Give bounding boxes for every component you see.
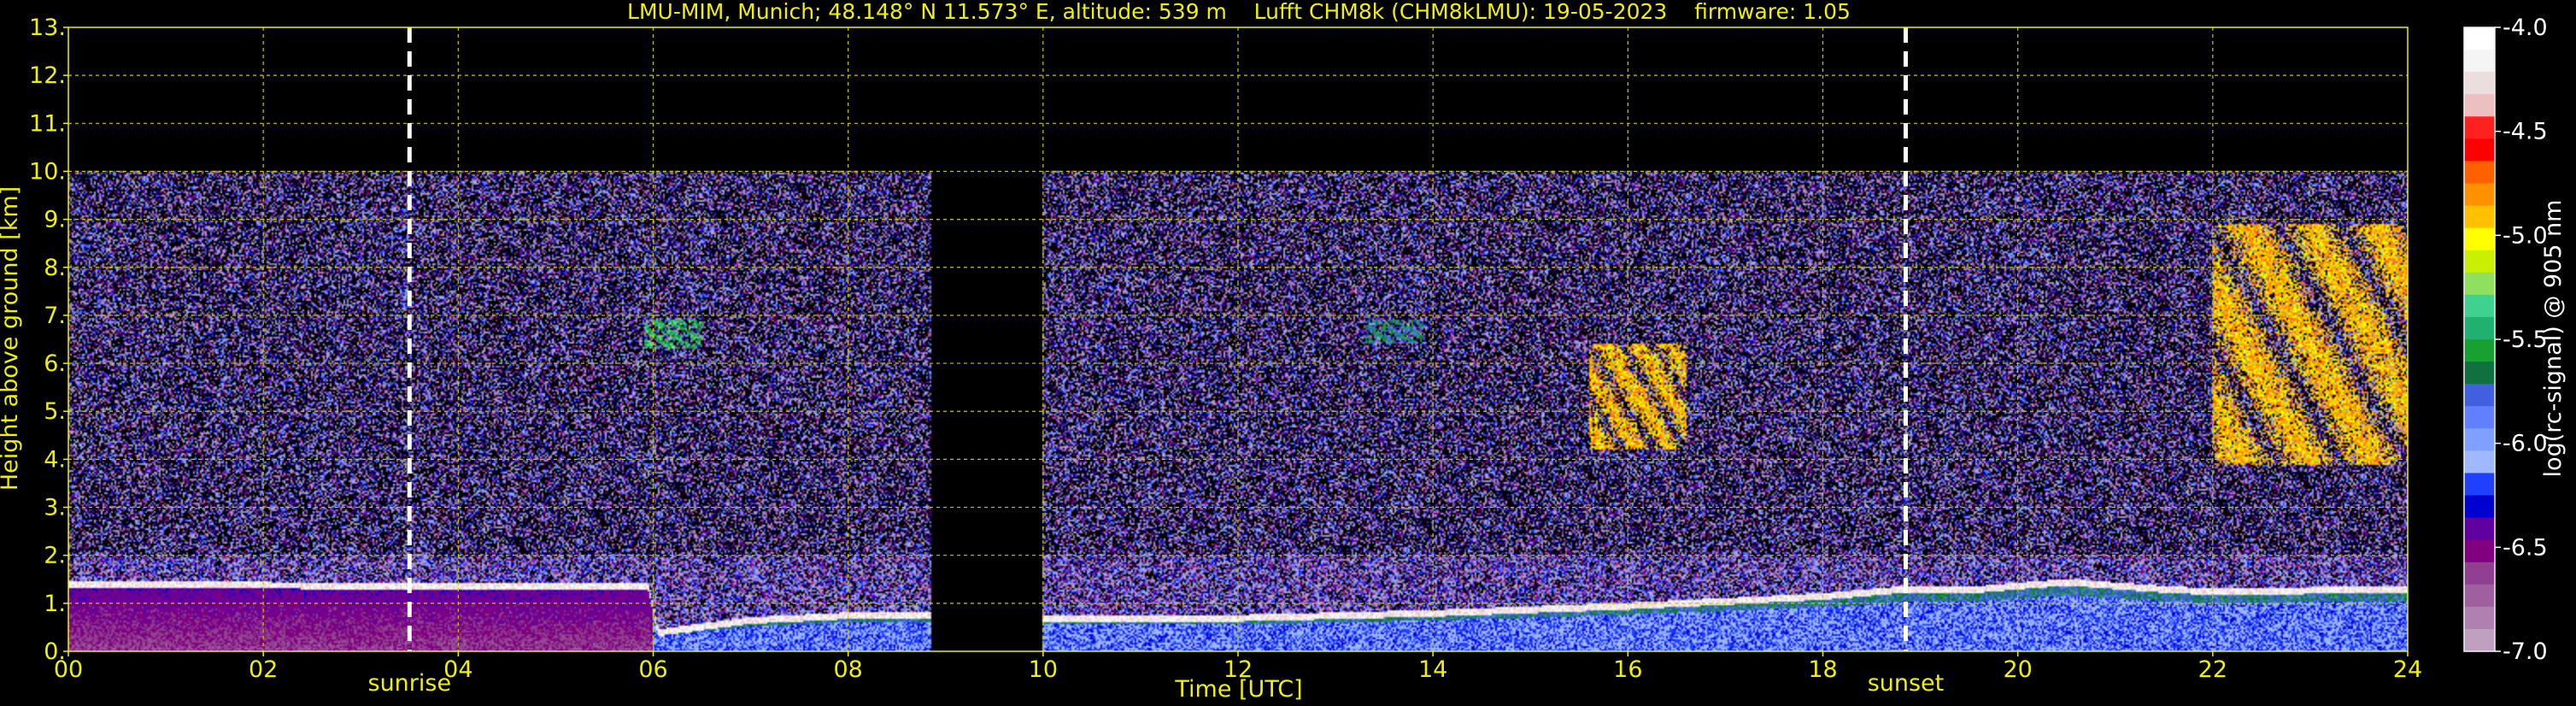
y-tick-label: 3. xyxy=(44,495,66,521)
colorbar-cell xyxy=(2464,562,2495,585)
colorbar-cell xyxy=(2464,339,2495,362)
colorbar-label: log(rc-signal) @ 905 nm xyxy=(2540,200,2567,478)
y-tick-label: 0. xyxy=(44,638,66,665)
y-axis-label: Height above ground [km] xyxy=(0,186,23,491)
colorbar-cell xyxy=(2464,138,2495,162)
x-tick-label: 14 xyxy=(1418,656,1447,683)
colorbar-cell xyxy=(2464,294,2495,318)
x-tick-label: 08 xyxy=(833,656,862,683)
y-tick-label: 12. xyxy=(29,62,66,89)
y-tick-label: 7. xyxy=(44,303,66,329)
colorbar-cell xyxy=(2464,362,2495,385)
x-tick-label: 18 xyxy=(1808,656,1837,683)
chart-title: LMU-MIM, Munich; 48.148° N 11.573° E, al… xyxy=(627,0,1851,24)
y-tick-label: 8. xyxy=(44,255,66,281)
y-tick-label: 9. xyxy=(44,207,66,233)
colorbar-cell xyxy=(2464,72,2495,95)
colorbar-cell xyxy=(2464,384,2495,407)
colorbar-cell xyxy=(2464,539,2495,563)
colorbar-cell xyxy=(2464,116,2495,139)
colorbar-tick-label: -4.5 xyxy=(2503,119,2548,145)
x-tick-label: 10 xyxy=(1029,656,1058,683)
colorbar-cell xyxy=(2464,250,2495,274)
colorbar-cell xyxy=(2464,628,2495,652)
x-tick-label: 22 xyxy=(2198,656,2227,683)
backscatter-heatmap xyxy=(68,27,2408,651)
colorbar-cell xyxy=(2464,183,2495,207)
y-tick-label: 5. xyxy=(44,398,66,425)
colorbar-tick-label: -6.5 xyxy=(2503,534,2548,561)
colorbar-cell xyxy=(2464,272,2495,296)
x-tick-label: 24 xyxy=(2393,656,2422,683)
colorbar-cell xyxy=(2464,428,2495,451)
y-tick-label: 4. xyxy=(44,446,66,473)
sun-marker-label: sunrise xyxy=(368,670,452,697)
colorbar-cell xyxy=(2464,584,2495,608)
colorbar-cell xyxy=(2464,50,2495,73)
y-tick-label: 13. xyxy=(29,15,66,41)
y-tick-label: 1. xyxy=(44,591,66,617)
colorbar-cell xyxy=(2464,406,2495,429)
colorbar-tick-label: -4.0 xyxy=(2503,15,2548,41)
colorbar-cell xyxy=(2464,473,2495,497)
x-tick-label: 20 xyxy=(2003,656,2032,683)
y-tick-label: 2. xyxy=(44,543,66,569)
ceilometer-figure: sunrise sunset 00 02 04 06 08 10 12 14 16 18 20 22 24… xyxy=(0,0,2576,706)
x-axis-label: Time [UTC] xyxy=(1174,676,1302,703)
colorbar-cell xyxy=(2464,94,2495,117)
plot-area: sunrise sunset xyxy=(67,26,2409,697)
y-tick-label: 11. xyxy=(29,110,66,137)
colorbar-cell xyxy=(2464,450,2495,474)
y-tick-label: 6. xyxy=(44,350,66,377)
colorbar-cell xyxy=(2464,205,2495,229)
colorbar-cell xyxy=(2464,316,2495,340)
x-tick-label: 16 xyxy=(1613,656,1642,683)
colorbar-cell xyxy=(2464,606,2495,630)
colorbar-cell xyxy=(2464,517,2495,541)
sun-marker-label: sunset xyxy=(1868,670,1945,697)
x-tick-label: 06 xyxy=(638,656,667,683)
colorbar-cell xyxy=(2464,495,2495,519)
colorbar-cell xyxy=(2464,161,2495,185)
x-tick-label: 02 xyxy=(249,656,278,683)
colorbar-cell xyxy=(2464,227,2495,251)
colorbar-tick-label: -7.0 xyxy=(2503,638,2548,665)
y-tick-label: 10. xyxy=(29,158,66,185)
colorbar-cell xyxy=(2464,27,2495,50)
colorbar-cells xyxy=(2464,27,2495,652)
x-tick-label: 04 xyxy=(443,656,472,683)
